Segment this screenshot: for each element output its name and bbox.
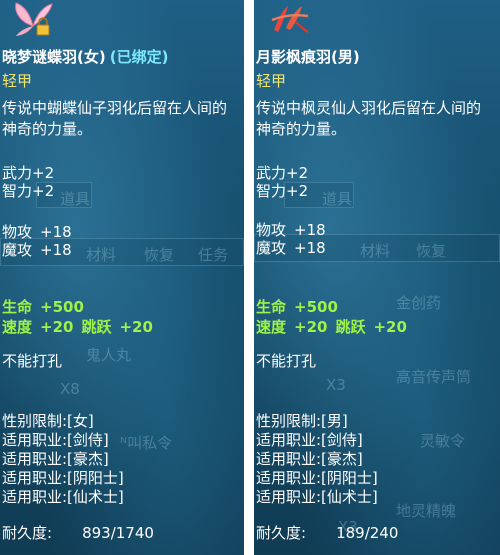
bg-label: ᴺ叫私令 bbox=[120, 434, 173, 452]
attr-intelligence: 智力+2 bbox=[256, 182, 309, 200]
durability-value: 893/1740 bbox=[82, 524, 154, 542]
socket-info: 不能打孔 bbox=[2, 352, 63, 370]
item-type: 轻甲 bbox=[2, 72, 33, 90]
bg-label: 地灵精魄 bbox=[396, 502, 457, 520]
game-name-logo-icon bbox=[271, 6, 309, 34]
stat-magic-attack: 魔攻 +18 bbox=[256, 237, 326, 258]
durability-value: 189/240 bbox=[336, 524, 399, 542]
stat-label: 魔攻 bbox=[256, 239, 287, 257]
bg-label: 灵敏令 bbox=[420, 432, 466, 450]
item-tooltip-right: 道具 材料 恢复 金创药 X3 高音传声筒 灵敏令 X3 地灵精魄 月影枫痕羽(… bbox=[254, 0, 500, 555]
bg-tab: 材料 bbox=[86, 246, 117, 264]
item-description: 传说中蝴蝶仙子羽化后留在人间的 bbox=[2, 99, 228, 117]
job-requirement: 适用职业:[仙术士] bbox=[2, 488, 124, 506]
bg-label: X8 bbox=[60, 380, 80, 398]
durability-label: 耐久度: bbox=[2, 524, 53, 542]
job-requirement: 适用职业:[仙术士] bbox=[256, 488, 378, 506]
stat-label: 跳跃 bbox=[335, 318, 366, 336]
stat-value: +18 bbox=[294, 239, 326, 257]
bound-status: (已绑定) bbox=[109, 48, 169, 66]
durability: 耐久度: 893/1740 bbox=[2, 522, 154, 543]
stat-label: 生命 bbox=[256, 298, 287, 316]
job-requirement: 适用职业:[剑侍] bbox=[2, 431, 109, 449]
bg-tab: 材料 bbox=[360, 242, 391, 260]
bg-tab: 恢复 bbox=[144, 246, 175, 264]
bg-label: 道具 bbox=[60, 190, 91, 208]
bg-label: 鬼人丸 bbox=[86, 346, 132, 364]
pink-wing-with-lock-icon bbox=[15, 2, 53, 36]
item-title: 月影枫痕羽(男) bbox=[256, 46, 360, 67]
stat-magic-attack: 魔攻 +18 bbox=[2, 239, 72, 260]
stat-label: 魔攻 bbox=[2, 241, 33, 259]
item-description: 神奇的力量。 bbox=[256, 120, 347, 138]
bg-label: 高音传声筒 bbox=[396, 368, 472, 386]
gender-requirement: 性别限制:[男] bbox=[256, 412, 348, 430]
stat-hp: 生命 +500 bbox=[2, 296, 84, 317]
gender-requirement: 性别限制:[女] bbox=[2, 412, 94, 430]
stat-speed-jump: 速度 +20 跳跃 +20 bbox=[2, 316, 153, 337]
job-requirement: 适用职业:[豪杰] bbox=[256, 450, 363, 468]
stat-label: 生命 bbox=[2, 298, 33, 316]
stat-speed-jump: 速度 +20 跳跃 +20 bbox=[256, 316, 407, 337]
item-tooltip-left: 道具 材料 恢复 任务 鬼人丸 X8 ᴺ叫私令 晓梦谜蝶羽(女) (已绑定) 轻甲… bbox=[0, 0, 244, 555]
stat-label: 速度 bbox=[2, 318, 33, 336]
stat-value: +20 bbox=[294, 318, 328, 336]
job-requirement: 适用职业:[剑侍] bbox=[256, 431, 363, 449]
item-description: 神奇的力量。 bbox=[2, 120, 93, 138]
durability: 耐久度: 189/240 bbox=[256, 522, 398, 543]
item-title: 晓梦谜蝶羽(女) (已绑定) bbox=[2, 46, 168, 67]
stat-hp: 生命 +500 bbox=[256, 296, 338, 317]
stat-value: +500 bbox=[294, 298, 338, 316]
bg-label: 道具 bbox=[322, 190, 353, 208]
item-name: 月影枫痕羽(男) bbox=[256, 48, 360, 66]
job-requirement: 适用职业:[豪杰] bbox=[2, 450, 109, 468]
item-type: 轻甲 bbox=[256, 72, 287, 90]
item-description: 传说中枫灵仙人羽化后留在人间的 bbox=[256, 99, 482, 117]
stat-value: +20 bbox=[119, 318, 153, 336]
attr-intelligence: 智力+2 bbox=[2, 182, 55, 200]
item-name: 晓梦谜蝶羽(女) bbox=[2, 48, 106, 66]
stat-label: 速度 bbox=[256, 318, 287, 336]
durability-label: 耐久度: bbox=[256, 524, 307, 542]
job-requirement: 适用职业:[阴阳士] bbox=[2, 469, 124, 487]
stat-value: +500 bbox=[40, 298, 84, 316]
bg-tab: 任务 bbox=[198, 246, 229, 264]
stat-value: +20 bbox=[373, 318, 407, 336]
socket-info: 不能打孔 bbox=[256, 352, 317, 370]
job-requirement: 适用职业:[阴阳士] bbox=[256, 469, 378, 487]
bg-tab: 恢复 bbox=[416, 242, 447, 260]
bg-label: 金创药 bbox=[396, 294, 442, 312]
stat-value: +18 bbox=[40, 241, 72, 259]
stat-value: +20 bbox=[40, 318, 74, 336]
bg-label: X3 bbox=[326, 376, 346, 394]
stat-label: 跳跃 bbox=[81, 318, 112, 336]
